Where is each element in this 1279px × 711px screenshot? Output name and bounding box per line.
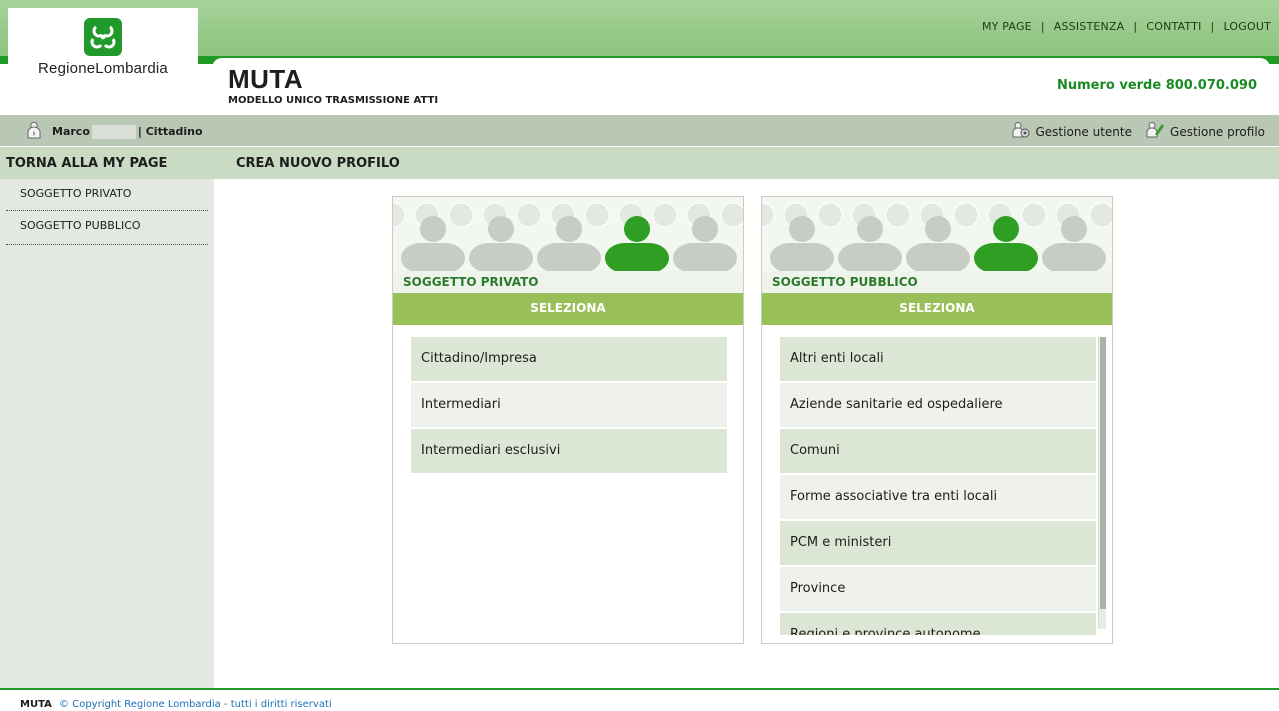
option-pcm-ministeri[interactable]: PCM e ministeri: [780, 521, 1096, 565]
user-info: Marco | Cittadino: [26, 121, 203, 142]
option-forme-associative[interactable]: Forme associative tra enti locali: [780, 475, 1096, 519]
option-intermediari[interactable]: Intermediari: [411, 383, 727, 427]
user-bar: Marco | Cittadino Gestione utente Gestio…: [0, 115, 1279, 146]
option-intermediari-esclusivi[interactable]: Intermediari esclusivi: [411, 429, 727, 473]
user-role: | Cittadino: [137, 125, 203, 138]
regione-lombardia-logo[interactable]: RegioneLombardia: [8, 8, 198, 92]
rosa-camuna-icon: [84, 18, 122, 56]
contatti-link[interactable]: CONTATTI: [1146, 20, 1201, 33]
sidebar-item-soggetto-pubblico[interactable]: SOGGETTO PUBBLICO: [6, 211, 208, 245]
gestione-utente-link[interactable]: Gestione utente: [1036, 125, 1133, 139]
option-regioni-province-autonome[interactable]: Regioni e province autonome: [780, 613, 1096, 635]
assistenza-link[interactable]: ASSISTENZA: [1054, 20, 1125, 33]
footer-app-name: MUTA: [20, 699, 52, 710]
options-list: Altri enti locali Aziende sanitarie ed o…: [780, 337, 1098, 635]
page-title: CREA NUOVO PROFILO: [214, 147, 1279, 179]
footer-divider: [0, 688, 1279, 690]
options-list: Cittadino/Impresa Intermediari Intermedi…: [411, 337, 727, 475]
seleziona-button[interactable]: SELEZIONA: [393, 293, 743, 325]
user-first-name: Marco: [52, 125, 90, 138]
my-page-link[interactable]: MY PAGE: [982, 20, 1032, 33]
top-links: MY PAGE | ASSISTENZA | CONTATTI | LOGOUT: [981, 20, 1271, 33]
options-scrollbar[interactable]: [1098, 337, 1106, 629]
option-cittadino-impresa[interactable]: Cittadino/Impresa: [411, 337, 727, 381]
logout-link[interactable]: LOGOUT: [1223, 20, 1271, 33]
user-actions: Gestione utente Gestione profilo: [1012, 121, 1265, 142]
panel-label: SOGGETTO PRIVATO: [393, 271, 743, 293]
user-icon: [26, 121, 42, 142]
option-altri-enti-locali[interactable]: Altri enti locali: [780, 337, 1096, 381]
numero-verde: Numero verde 800.070.090: [1056, 78, 1257, 93]
panel-soggetto-pubblico: SOGGETTO PUBBLICO SELEZIONA Altri enti l…: [761, 196, 1113, 644]
panel-label: SOGGETTO PUBBLICO: [762, 271, 1112, 293]
option-province[interactable]: Province: [780, 567, 1096, 611]
seleziona-button[interactable]: SELEZIONA: [762, 293, 1112, 325]
app-title: MUTA: [228, 64, 304, 94]
gestione-utente-icon[interactable]: [1012, 121, 1030, 142]
option-comuni[interactable]: Comuni: [780, 429, 1096, 473]
people-banner-icon: [393, 197, 743, 271]
sidebar-item-soggetto-privato[interactable]: SOGGETTO PRIVATO: [6, 179, 208, 211]
redacted-surname: [91, 124, 136, 139]
logo-text: RegioneLombardia: [38, 60, 168, 77]
footer-copyright[interactable]: © Copyright Regione Lombardia - tutti i …: [59, 699, 332, 710]
people-banner-icon: [762, 197, 1112, 271]
footer: MUTA © Copyright Regione Lombardia - tut…: [20, 699, 332, 710]
app-subtitle: MODELLO UNICO TRASMISSIONE ATTI: [228, 95, 439, 106]
scrollbar-thumb[interactable]: [1100, 337, 1106, 609]
torna-my-page-link[interactable]: TORNA ALLA MY PAGE: [0, 147, 214, 179]
gestione-profilo-link[interactable]: Gestione profilo: [1170, 125, 1265, 139]
gestione-profilo-icon[interactable]: [1146, 121, 1165, 142]
sidebar: TORNA ALLA MY PAGE SOGGETTO PRIVATO SOGG…: [0, 147, 214, 688]
panel-soggetto-privato: SOGGETTO PRIVATO SELEZIONA Cittadino/Imp…: [392, 196, 744, 644]
option-aziende-sanitarie[interactable]: Aziende sanitarie ed ospedaliere: [780, 383, 1096, 427]
